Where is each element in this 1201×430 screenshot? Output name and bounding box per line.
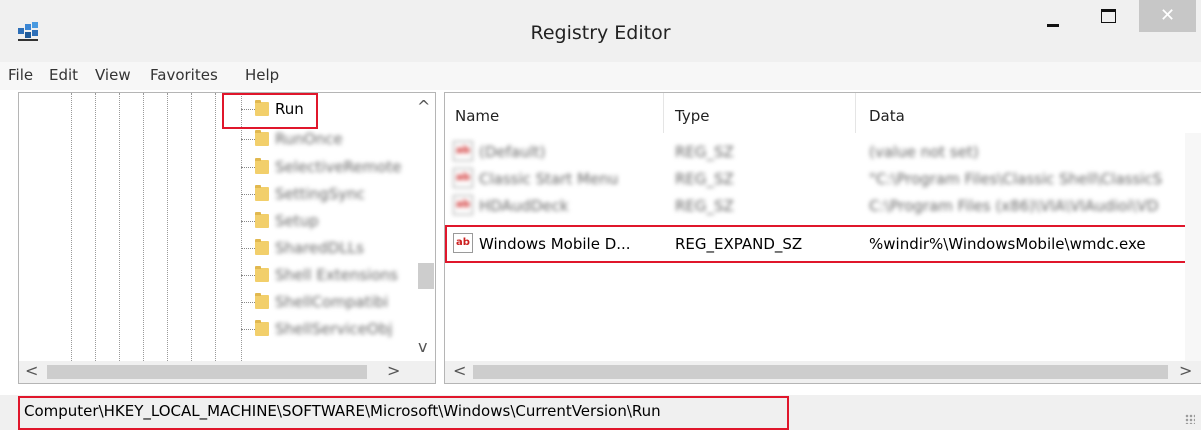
tree-item[interactable]: ShellCompatibi [19,290,412,314]
folder-icon [255,158,269,174]
table-row[interactable]: ab Classic Start Menu REG_SZ "C:\Program… [445,166,1201,192]
window-title: Registry Editor [530,22,671,44]
scroll-left-arrow-icon[interactable]: < [25,361,38,380]
resize-grip-icon[interactable] [1185,414,1195,424]
folder-icon [255,320,269,336]
close-button[interactable]: ✕ [1139,0,1196,32]
tree-horizontal-scrollbar[interactable]: < > [19,361,435,383]
menu-edit[interactable]: Edit [49,66,78,84]
title-bar: Registry Editor ✕ [0,0,1201,62]
folder-icon [255,239,269,255]
expandable-string-value-icon: ab [453,233,473,253]
list-vertical-scrollbar[interactable] [1185,133,1201,361]
folder-icon [255,185,269,201]
tree-item[interactable]: SharedDLLs [19,236,412,260]
column-header-type[interactable]: Type [675,93,709,133]
tree-item[interactable]: Setup [19,209,412,233]
table-row[interactable]: ab HDAudDeck REG_SZ C:\Program Files (x8… [445,193,1201,219]
value-type: REG_EXPAND_SZ [675,235,803,253]
string-value-icon: ab [453,168,473,188]
menu-help[interactable]: Help [245,66,279,84]
column-header-data[interactable]: Data [869,93,905,133]
status-bar: Computer\HKEY_LOCAL_MACHINE\SOFTWARE\Mic… [0,395,1201,430]
scroll-right-arrow-icon[interactable]: > [1179,361,1192,380]
tree-item[interactable]: Shell Extensions [19,263,412,287]
value-data: %windir%\WindowsMobile\wmdc.exe [869,235,1146,253]
menu-view[interactable]: View [95,66,131,84]
registry-editor-window: Registry Editor ✕ File Edit View Favorit… [0,0,1201,430]
tree-item[interactable]: SelectiveRemote [19,155,412,179]
registry-path: Computer\HKEY_LOCAL_MACHINE\SOFTWARE\Mic… [24,402,661,420]
key-tree-pane: Run RunOnce SelectiveRemote SettingSync … [18,92,436,384]
list-header: Name Type Data [445,93,1201,133]
column-header-name[interactable]: Name [455,93,499,133]
folder-icon [255,293,269,309]
menu-bar: File Edit View Favorites Help [0,62,1201,90]
value-name: Windows Mobile D... [479,235,631,253]
menu-favorites[interactable]: Favorites [150,66,218,84]
list-horizontal-scrollbar[interactable]: < > [445,361,1201,383]
menu-file[interactable]: File [8,66,33,84]
table-row[interactable]: ab (Default) REG_SZ (value not set) [445,139,1201,165]
folder-icon [255,212,269,228]
scroll-left-arrow-icon[interactable]: < [453,361,466,380]
tree-item-run[interactable]: Run [19,97,412,121]
folder-icon [255,266,269,282]
table-row-wmdc[interactable]: ab Windows Mobile D... REG_EXPAND_SZ %wi… [445,231,1201,257]
maximize-button[interactable] [1086,0,1128,36]
list-horizontal-scroll-thumb[interactable] [473,365,1168,379]
string-value-icon: ab [453,141,473,161]
values-list-pane: Name Type Data ab (Default) REG_SZ (valu… [444,92,1201,384]
folder-open-icon [255,100,269,116]
scroll-right-arrow-icon[interactable]: > [387,361,400,380]
minimize-button[interactable] [1033,0,1075,36]
scroll-up-arrow-icon[interactable]: ^ [417,97,430,116]
tree-vertical-scroll-thumb[interactable] [418,263,434,289]
tree-horizontal-scroll-thumb[interactable] [47,365,367,379]
scroll-down-arrow-icon[interactable]: v [418,337,427,356]
folder-icon [255,130,269,146]
tree-item[interactable]: ShellServiceObj [19,317,412,341]
tree-item-runonce[interactable]: RunOnce [19,127,412,151]
tree-vertical-scrollbar[interactable]: ^ v [412,93,434,361]
string-value-icon: ab [453,195,473,215]
tree-item[interactable]: SettingSync [19,182,412,206]
